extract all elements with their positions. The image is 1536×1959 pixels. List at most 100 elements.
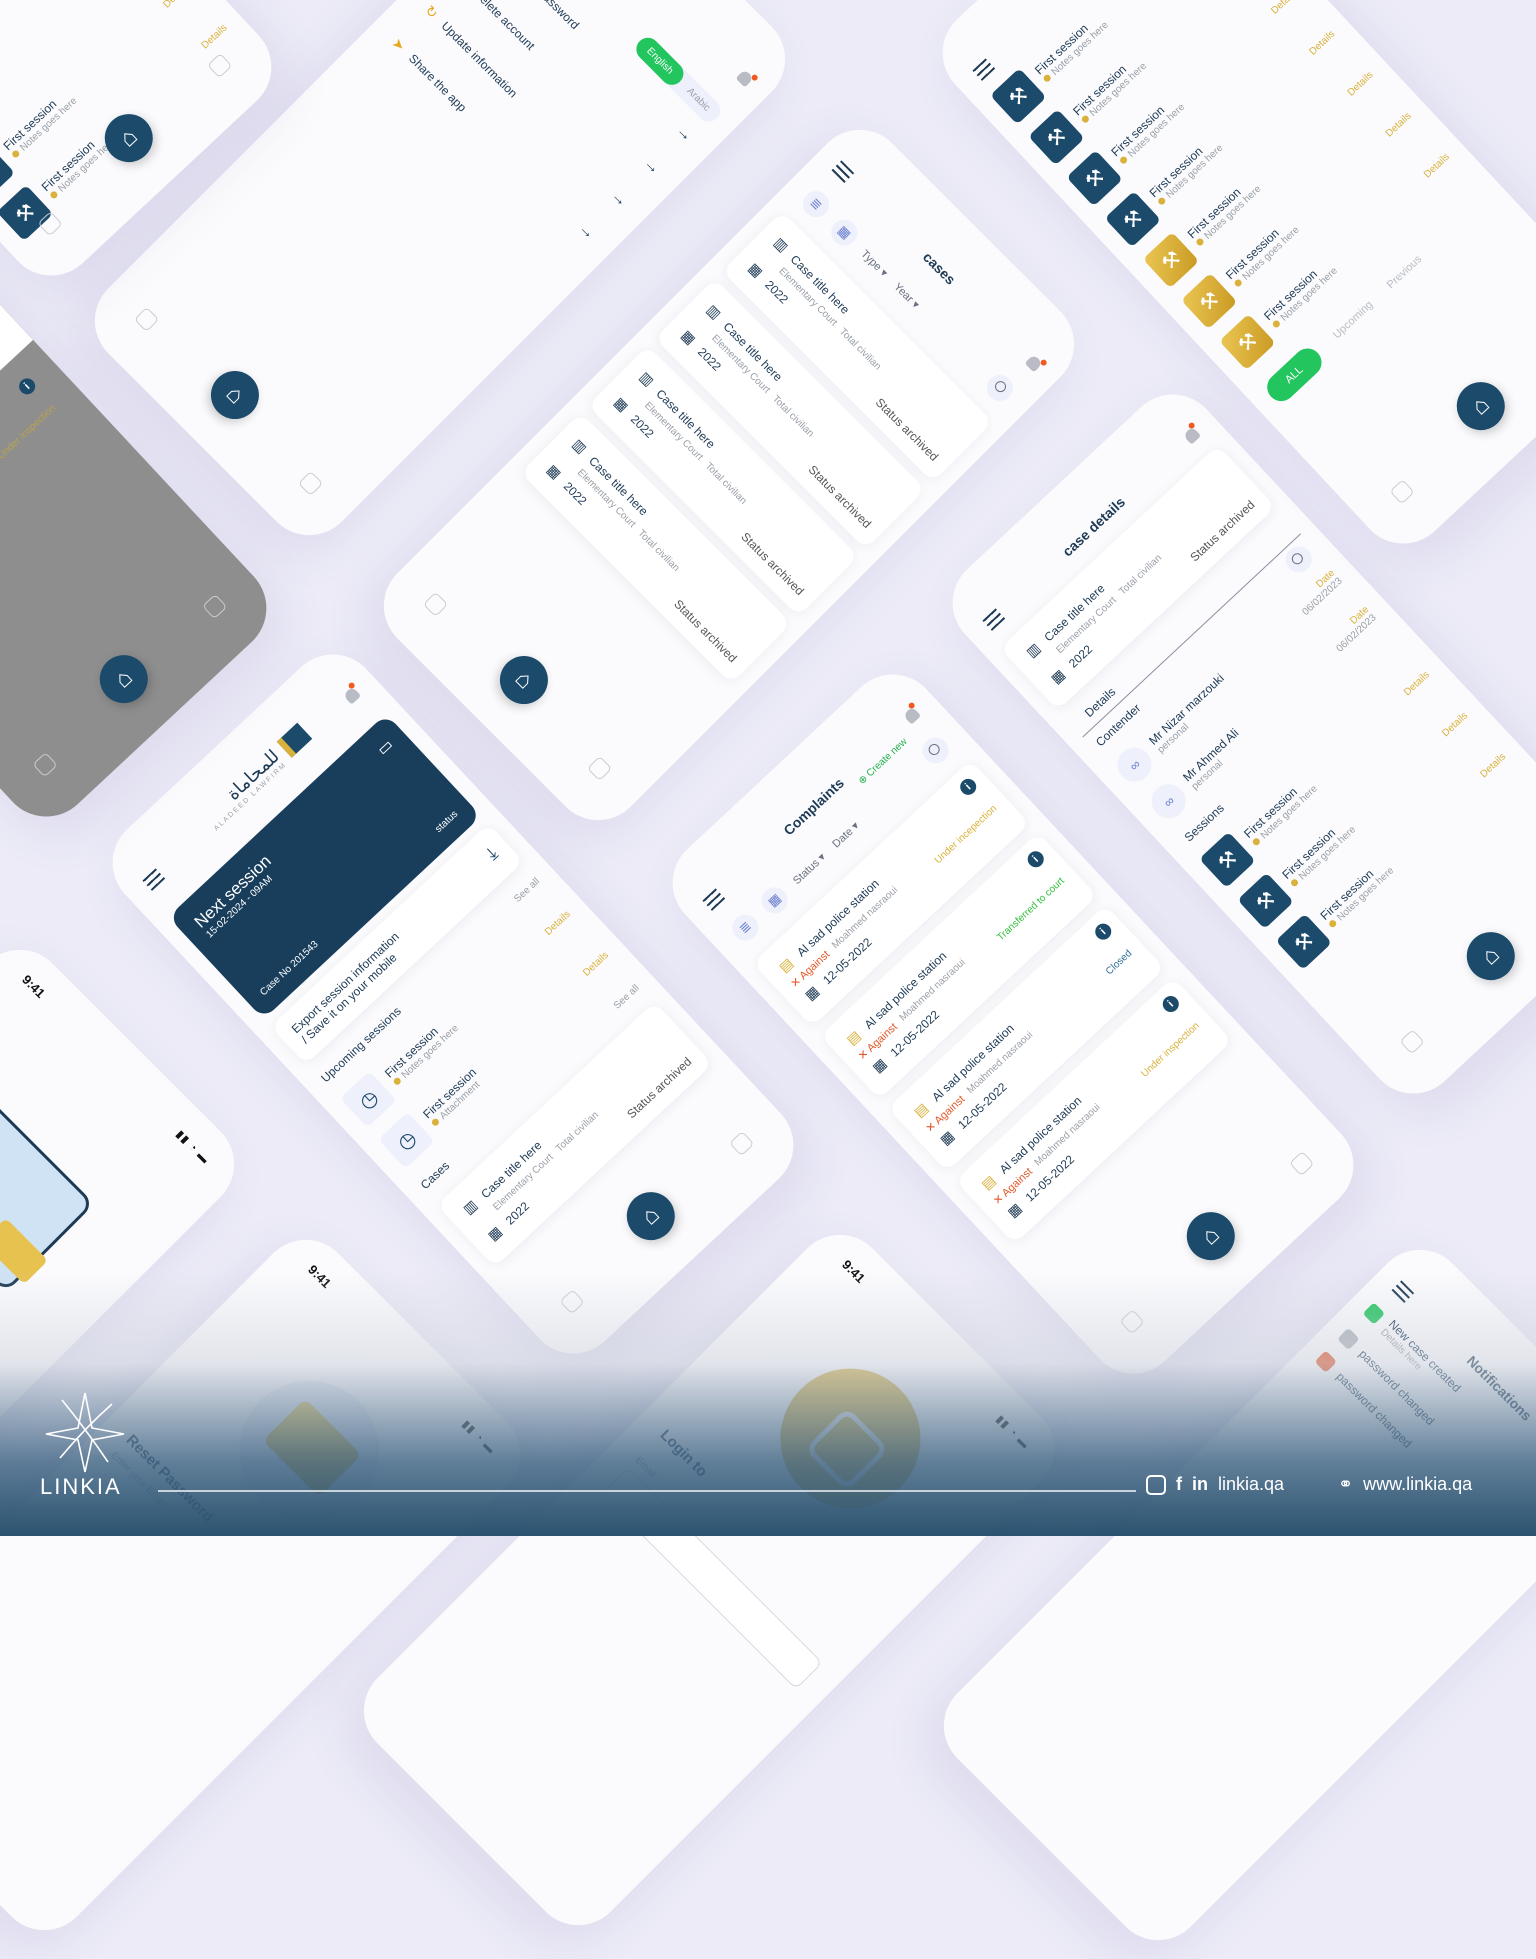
list-view-toggle[interactable]: ≣ [727, 909, 764, 947]
note-dot-icon [430, 1116, 441, 1127]
list-view-toggle[interactable]: ≣ [797, 185, 835, 223]
home-button[interactable]: ⌂ [1446, 372, 1515, 441]
calendar-icon: ▦ [1047, 665, 1068, 687]
details-link[interactable]: Details [1478, 751, 1508, 780]
facebook-icon[interactable]: f [1176, 1474, 1182, 1495]
brand-name: LINKIA [40, 1474, 122, 1499]
tab-upcoming[interactable]: Upcoming [1331, 299, 1375, 342]
nav-briefcase-icon[interactable] [1389, 479, 1415, 505]
home-button[interactable]: ⌂ [1456, 922, 1525, 991]
note-dot-icon [1327, 918, 1338, 929]
notification-bell-icon[interactable] [735, 68, 755, 88]
calendar-icon: ▦ [868, 1054, 890, 1076]
social-links: f in linkia.qa ⚭ www.linkia.qa [1146, 1474, 1472, 1495]
note-dot-icon [1041, 72, 1052, 83]
calendar-icon: ▦ [801, 982, 823, 1004]
section-title: Cases [417, 1158, 453, 1193]
search-icon[interactable] [981, 369, 1019, 407]
note-dot-icon [1118, 154, 1129, 165]
note-dot-icon [1232, 277, 1243, 288]
details-link[interactable]: Details [161, 0, 191, 10]
menu-icon[interactable] [982, 608, 1006, 631]
menu-icon[interactable] [702, 888, 726, 911]
social-handle[interactable]: linkia.qa [1218, 1474, 1284, 1495]
menu-icon[interactable] [831, 160, 855, 183]
tab-previous[interactable]: Previous [1385, 253, 1424, 291]
refresh-icon: ↻ [422, 1, 442, 22]
search-icon[interactable] [917, 731, 954, 769]
see-all-link[interactable]: See all [512, 876, 542, 905]
chevron-right-icon: → [607, 187, 631, 211]
menu-icon[interactable] [972, 58, 996, 81]
note-dot-icon [1080, 113, 1090, 124]
linkia-logo-icon [45, 1392, 125, 1473]
notification-bell-icon[interactable] [1024, 353, 1044, 373]
notification-bell-icon[interactable] [902, 705, 921, 725]
home-screen: للمحاماة ALADEED LAWFIRM Next session 15-02… [93, 635, 813, 1373]
nav-document-icon[interactable] [1289, 1150, 1315, 1177]
details-link[interactable]: Details [1440, 710, 1470, 739]
calendar-icon: ▦ [1003, 1199, 1025, 1221]
chevron-right-icon: → [575, 219, 599, 244]
details-link[interactable]: Details [543, 909, 573, 938]
instagram-icon[interactable] [1146, 1474, 1166, 1495]
session-status: status [433, 808, 461, 835]
calendar-icon: ▦ [936, 1127, 958, 1149]
chevron-right-icon: → [640, 154, 664, 178]
status-time: 9:41 [19, 971, 49, 1001]
home-button[interactable]: ⌂ [489, 646, 558, 715]
nav-document-icon[interactable] [297, 470, 324, 497]
details-link[interactable]: Details [1422, 151, 1452, 180]
footer-bar: LINKIA f in linkia.qa ⚭ www.linkia.qa [0, 1270, 1536, 1536]
note-dot-icon [1289, 877, 1300, 888]
notification-bell-icon[interactable] [342, 685, 361, 705]
footer-divider [158, 1490, 1136, 1492]
filter-status-dropdown[interactable]: Status ▾ [790, 850, 828, 887]
filter-date-dropdown[interactable]: Date ▾ [829, 819, 861, 850]
details-link[interactable]: Details [1402, 669, 1432, 698]
filter-year-dropdown[interactable]: Year ▾ [892, 280, 923, 311]
nav-briefcase-icon[interactable] [1399, 1029, 1425, 1055]
notification-bell-icon[interactable] [1182, 425, 1201, 445]
home-button[interactable]: ⌂ [1176, 1202, 1245, 1271]
nav-briefcase-icon[interactable] [422, 591, 449, 618]
home-button[interactable]: ⌂ [89, 645, 158, 714]
share-icon: ➤ [389, 34, 410, 54]
details-link[interactable]: Details [581, 949, 611, 978]
note-dot-icon [391, 1075, 402, 1086]
signal-battery-icon: ▮▮ ◔ ▬ [173, 1128, 212, 1167]
home-button[interactable]: ⌂ [616, 1182, 685, 1251]
note-dot-icon [10, 148, 21, 159]
gavel-icon: ⚒ [1275, 913, 1333, 971]
menu-icon[interactable] [142, 868, 166, 891]
note-dot-icon [1271, 318, 1281, 329]
details-link[interactable]: Details [1345, 69, 1375, 98]
complaint-card[interactable]: i▤sad police station✕ AgainstMoahmed nas… [0, 360, 89, 627]
gavel-icon: ◷ [378, 1112, 435, 1169]
website-link[interactable]: www.linkia.qa [1363, 1474, 1472, 1495]
nav-document-icon[interactable] [586, 755, 613, 782]
note-dot-icon [48, 189, 59, 200]
home-button[interactable]: ⌂ [200, 361, 269, 430]
nav-document-icon[interactable] [729, 1130, 755, 1157]
note-dot-icon [1251, 836, 1261, 847]
link-icon: ⚭ [1338, 1474, 1354, 1494]
grid-view-toggle[interactable]: ▦ [756, 881, 794, 919]
calendar-icon: ▦ [484, 1222, 505, 1244]
note-dot-icon [1194, 236, 1205, 247]
nav-document-icon[interactable] [202, 593, 228, 620]
see-all-link[interactable]: See all [611, 982, 641, 1011]
note-dot-icon [1156, 195, 1167, 206]
chevron-right-icon: → [672, 122, 696, 146]
details-link[interactable]: Details [199, 22, 229, 51]
details-link[interactable]: Details [1307, 28, 1337, 57]
nav-briefcase-icon[interactable] [32, 752, 58, 778]
details-link[interactable]: Details [1383, 110, 1413, 139]
gavel-icon: ⚒ [1219, 313, 1276, 371]
details-link[interactable]: Details [1269, 0, 1299, 16]
linkedin-icon[interactable]: in [1192, 1474, 1208, 1495]
phone-illustration [0, 1093, 95, 1293]
nav-briefcase-icon[interactable] [133, 306, 160, 333]
grid-view-toggle[interactable]: ▦ [825, 214, 863, 251]
filter-type-dropdown[interactable]: Type ▾ [859, 247, 891, 279]
